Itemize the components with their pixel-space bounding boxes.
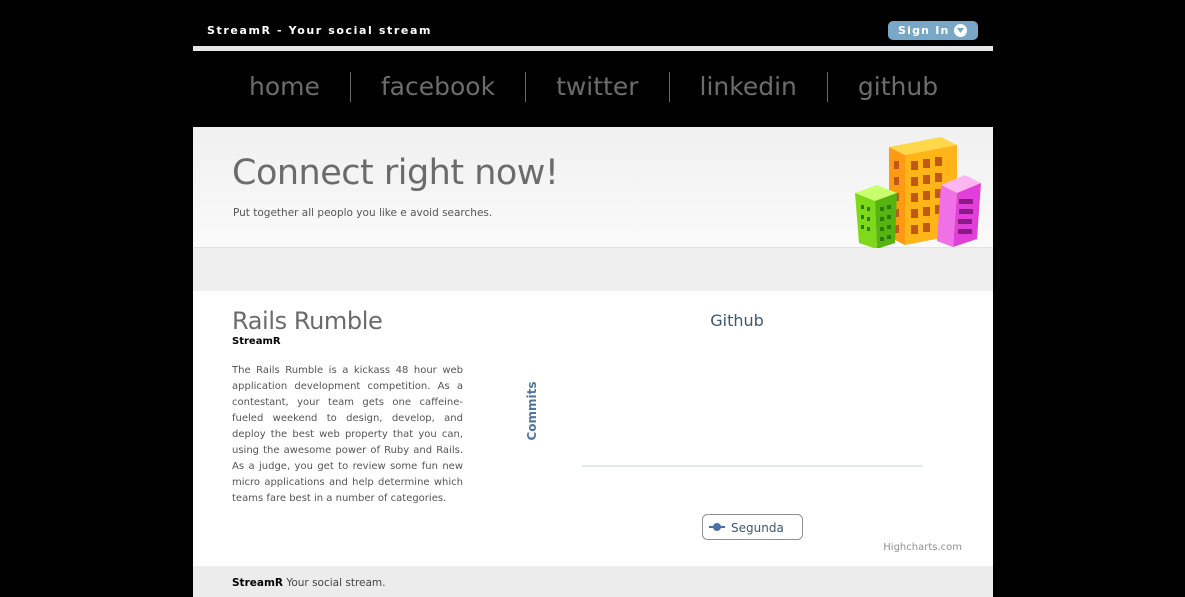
chart-legend-item: Segunda (731, 521, 784, 535)
article-body: The Rails Rumble is a kickass 48 hour we… (232, 365, 463, 504)
nav-item-github[interactable]: github (828, 72, 968, 102)
top-bar: StreamR - Your social stream Sign In (193, 0, 993, 46)
article-title: Rails Rumble (232, 307, 383, 335)
chart-legend[interactable]: Segunda (702, 514, 803, 540)
nav-item-linkedin[interactable]: linkedin (670, 72, 828, 102)
github-chart: Github Commits Segunda Highcharts.com (523, 297, 973, 562)
site-brand[interactable]: StreamR - Your social stream (207, 24, 432, 37)
footer-brand: StreamR (232, 577, 283, 589)
main-nav: home facebook twitter linkedin github (193, 51, 993, 127)
sign-in-button[interactable]: Sign In (888, 21, 978, 40)
hero-subtitle: Put together all peoplo you like e avoid… (233, 207, 493, 219)
article: Rails Rumble StreamR The Rails Rumble is… (232, 307, 463, 507)
chart-title: Github (710, 311, 764, 330)
legend-series-marker-icon (713, 523, 721, 531)
nav-item-home[interactable]: home (219, 72, 351, 102)
article-subtitle: StreamR (232, 336, 281, 347)
hero-title: Connect right now! (232, 153, 559, 193)
chart-svg: Github Commits Segunda Highcharts.com (525, 311, 962, 553)
footer-tagline: Your social stream. (283, 577, 386, 589)
buildings-illustration (855, 137, 981, 249)
sign-in-label: Sign In (898, 24, 950, 37)
page: StreamR - Your social stream Sign In hom… (193, 0, 993, 597)
main-content: Rails Rumble StreamR The Rails Rumble is… (193, 291, 993, 566)
hero-banner: Connect right now! Put together all peop… (193, 127, 993, 249)
hero-band (193, 248, 993, 291)
chart-credits[interactable]: Highcharts.com (883, 542, 962, 553)
nav-item-facebook[interactable]: facebook (351, 72, 527, 102)
nav-item-twitter[interactable]: twitter (526, 72, 670, 102)
chart-y-axis-label: Commits (525, 381, 539, 440)
footer: StreamR Your social stream. (193, 566, 993, 597)
chevron-down-icon (954, 24, 967, 37)
footer-text: StreamR Your social stream. (232, 577, 386, 589)
